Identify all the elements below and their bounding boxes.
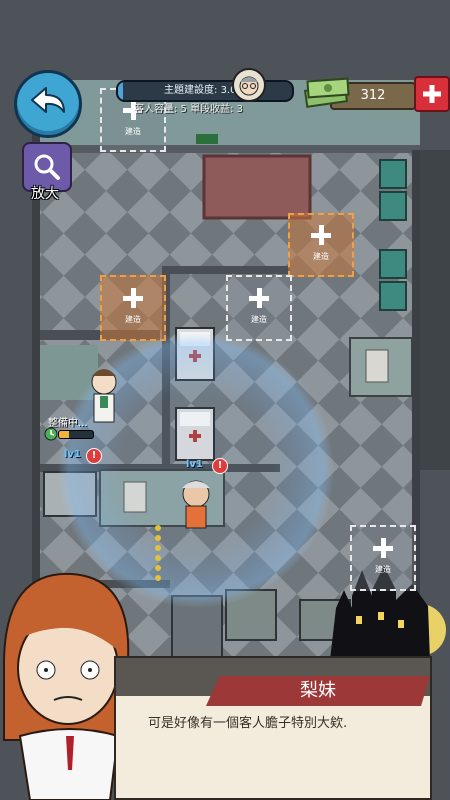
plus-icon xyxy=(123,288,143,309)
plus-icon xyxy=(249,288,269,309)
speaker-name-plate: 梨妹 xyxy=(206,676,430,706)
back-arrow-icon xyxy=(31,87,65,113)
build-slot-right[interactable]: 建造 xyxy=(288,213,354,277)
zoom-label: 放大 xyxy=(31,186,59,202)
build-slot-center[interactable]: 建造 xyxy=(226,275,292,341)
worker-character xyxy=(91,369,117,423)
exit-sign xyxy=(196,134,218,144)
build-slot-bottom-right[interactable]: 建造 xyxy=(350,525,416,591)
back-button[interactable] xyxy=(14,70,82,138)
patient-level: lv1 xyxy=(186,459,203,470)
patient-alert-badge[interactable]: ! xyxy=(212,458,228,474)
add-money-button[interactable] xyxy=(414,76,450,112)
build-slot-label: 建造 xyxy=(125,127,141,136)
plus-icon xyxy=(373,538,393,559)
build-slot-label: 建造 xyxy=(251,315,267,325)
build-slot-label: 建造 xyxy=(313,252,329,261)
worker-timer-bar xyxy=(58,430,94,439)
worker-alert-badge[interactable]: ! xyxy=(86,448,102,464)
dialogue-text: 可是好像有一個客人膽子特別大欸. xyxy=(148,716,348,731)
dialogue-box[interactable]: 梨妹 可是好像有一個客人膽子特別大欸. xyxy=(114,656,432,800)
stats-text: 客人容量: 5 單段收益: 3 xyxy=(134,104,243,115)
magnifier-icon xyxy=(34,154,60,180)
build-slot-label: 建造 xyxy=(125,315,141,325)
boss-avatar xyxy=(232,68,266,102)
old-man-avatar-icon xyxy=(239,76,259,96)
clock-icon xyxy=(44,427,58,441)
cash-stack-icon xyxy=(303,77,350,108)
worker-level: lv1 xyxy=(64,449,81,460)
speaker-name: 梨妹 xyxy=(300,680,336,701)
plus-icon xyxy=(311,225,331,246)
build-slot-label: 建造 xyxy=(375,565,391,575)
theme-progress-bar: 主題建設度: 3.0% xyxy=(116,80,294,102)
build-slot-left[interactable]: 建造 xyxy=(100,275,166,341)
plus-icon xyxy=(423,85,441,103)
rug xyxy=(202,154,312,220)
